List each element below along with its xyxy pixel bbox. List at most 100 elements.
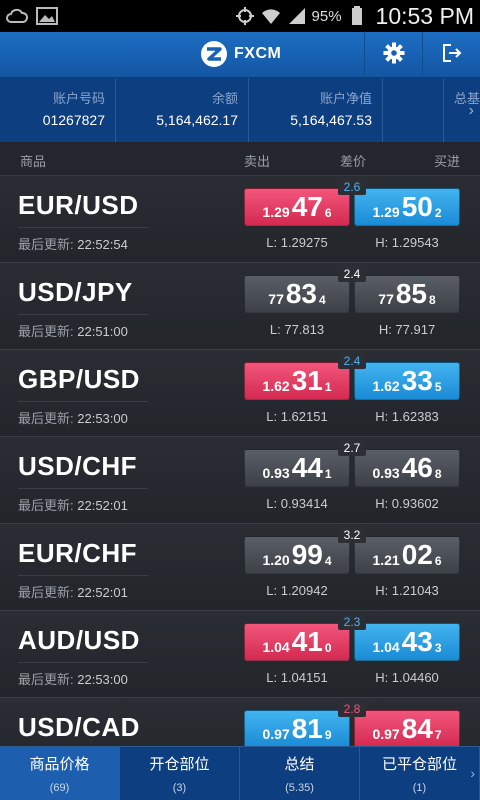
buy-price-pips: 02 <box>401 539 433 570</box>
buy-button[interactable]: 0.97 84 7 <box>354 710 460 746</box>
status-bar: 95% 10:53 PM <box>0 0 480 32</box>
app-bar: FXCM <box>0 32 480 78</box>
app-logo: FXCM <box>200 40 281 68</box>
last-update-label: 最后更新: <box>18 411 74 426</box>
buy-price-pips: 84 <box>401 713 433 744</box>
sell-button[interactable]: 77 83 4 <box>244 275 350 313</box>
sell-price-pips: 99 <box>291 539 323 570</box>
buy-button[interactable]: 0.93 46 8 <box>354 449 460 487</box>
sell-button[interactable]: 1.20 99 4 <box>244 536 350 574</box>
high-price: H: 1.29543 <box>375 235 439 250</box>
price-row[interactable]: USD/JPY 最后更新: 22:51:00 2.4 77 83 4 77 85 8 L: 77.… <box>0 263 480 350</box>
last-update: 最后更新: 22:52:54 <box>18 234 128 253</box>
chevron-right-icon: › <box>470 765 475 781</box>
balance-cell: 余额 5,164,462.17 <box>116 78 249 142</box>
symbol-label: AUD/USD <box>18 625 140 655</box>
balance-value: 5,164,462.17 <box>156 112 238 128</box>
sell-button[interactable]: 1.29 47 6 <box>244 188 350 226</box>
tab-count: (3) <box>172 782 187 794</box>
sell-price-fraction: 0 <box>324 641 332 655</box>
price-table-header: 商品 卖出 差价 买进 <box>0 142 480 176</box>
buy-button[interactable]: 1.62 33 5 <box>354 362 460 400</box>
account-number-label: 账户号码 <box>52 91 105 106</box>
last-update: 最后更新: 22:52:01 <box>18 582 128 601</box>
tab-label: 已平仓部位 <box>381 756 457 773</box>
price-row[interactable]: EUR/USD 最后更新: 22:52:54 2.6 1.29 47 6 1.29 50 2 L:… <box>0 176 480 263</box>
last-update-time: 22:51:00 <box>77 324 128 339</box>
sell-price-fraction: 1 <box>324 380 332 394</box>
account-number-cell: 账户号码 01267827 <box>0 78 116 142</box>
symbol-label: USD/CAD <box>18 712 140 742</box>
buy-price-pips: 43 <box>401 626 433 657</box>
buy-price-fraction: 7 <box>434 728 442 742</box>
sell-button[interactable]: 1.62 31 1 <box>244 362 350 400</box>
sell-price-fraction: 9 <box>324 728 332 742</box>
app-title: FXCM <box>234 45 282 62</box>
price-row[interactable]: AUD/USD 最后更新: 22:53:00 2.3 1.04 41 0 1.04 43 3 L:… <box>0 611 480 698</box>
account-scroll-more[interactable]: 总基 › <box>444 78 480 142</box>
logout-icon <box>441 42 463 69</box>
high-price: H: 0.93602 <box>375 496 439 511</box>
tab-label: 总结 <box>284 756 315 773</box>
equity-value: 5,164,467.53 <box>290 112 372 128</box>
divider <box>18 227 148 228</box>
last-update-time: 22:53:00 <box>77 411 128 426</box>
sell-price-prefix: 0.97 <box>262 726 290 742</box>
buy-button[interactable]: 1.29 50 2 <box>354 188 460 226</box>
tab-0[interactable]: 商品价格 (69) <box>0 747 120 800</box>
high-price: H: 77.917 <box>378 322 436 337</box>
sell-price-fraction: 4 <box>319 293 326 307</box>
equity-cell: 账户净值 5,164,467.53 <box>249 78 383 142</box>
price-row[interactable]: EUR/CHF 最后更新: 22:52:01 3.2 1.20 99 4 1.21 02 6 L:… <box>0 524 480 611</box>
spread-value: 2.8 <box>338 701 366 717</box>
buy-price-fraction: 6 <box>434 554 442 568</box>
settings-button[interactable] <box>364 32 422 78</box>
tab-2[interactable]: 总结 (5.35) <box>240 747 360 800</box>
column-buy: 买进 <box>434 154 461 169</box>
low-price: L: 0.93414 <box>266 496 328 511</box>
sell-button[interactable]: 0.97 81 9 <box>244 710 350 746</box>
sell-price-prefix: 77 <box>268 291 284 307</box>
spread-value: 2.4 <box>338 353 366 369</box>
last-update-label: 最后更新: <box>18 585 74 600</box>
buy-price-prefix: 77 <box>378 291 394 307</box>
tab-1[interactable]: 开仓部位 (3) <box>120 747 240 800</box>
sell-price-prefix: 1.04 <box>262 639 290 655</box>
spread-value: 2.6 <box>338 179 366 195</box>
last-update-label: 最后更新: <box>18 237 74 252</box>
sell-price-prefix: 1.62 <box>262 378 290 394</box>
divider <box>18 662 148 663</box>
gallery-notification-icon <box>36 6 58 26</box>
divider <box>18 575 148 576</box>
tab-label: 商品价格 <box>29 756 90 773</box>
price-row[interactable]: GBP/USD 最后更新: 22:53:00 2.4 1.62 31 1 1.62 33 5 L:… <box>0 350 480 437</box>
wifi-icon <box>260 6 282 26</box>
price-row[interactable]: USD/CHF 最后更新: 22:52:01 2.7 0.93 44 1 0.93 46 8 L:… <box>0 437 480 524</box>
last-update-time: 22:52:01 <box>77 498 128 513</box>
spread-value: 2.7 <box>338 440 366 456</box>
equity-label: 账户净值 <box>319 91 372 106</box>
sell-price-fraction: 6 <box>324 206 332 220</box>
last-update-label: 最后更新: <box>18 324 74 339</box>
buy-button[interactable]: 1.21 02 6 <box>354 536 460 574</box>
price-list: EUR/USD 最后更新: 22:52:54 2.6 1.29 47 6 1.29 50 2 L:… <box>0 176 480 746</box>
tab-3[interactable]: 已平仓部位 (1) › <box>360 747 480 800</box>
buy-button[interactable]: 1.04 43 3 <box>354 623 460 661</box>
price-row[interactable]: USD/CAD最后更新: 2.80.978190.97847 <box>0 698 480 746</box>
sell-button[interactable]: 0.93 44 1 <box>244 449 350 487</box>
sell-price-prefix: 0.93 <box>262 465 290 481</box>
sell-price-pips: 31 <box>291 365 323 396</box>
last-update: 最后更新: 22:53:00 <box>18 408 128 427</box>
low-price: L: 1.20942 <box>266 583 328 598</box>
buy-price-prefix: 0.97 <box>372 726 400 742</box>
account-number-value: 01267827 <box>42 112 105 128</box>
logout-button[interactable] <box>422 32 480 78</box>
balance-label: 余额 <box>211 91 238 106</box>
divider <box>18 314 148 315</box>
sell-price-prefix: 1.20 <box>262 552 290 568</box>
sell-button[interactable]: 1.04 41 0 <box>244 623 350 661</box>
symbol-label: EUR/CHF <box>18 538 138 568</box>
buy-button[interactable]: 77 85 8 <box>354 275 460 313</box>
last-update-time: 22:52:01 <box>77 585 128 600</box>
symbol-label: EUR/USD <box>18 190 139 220</box>
